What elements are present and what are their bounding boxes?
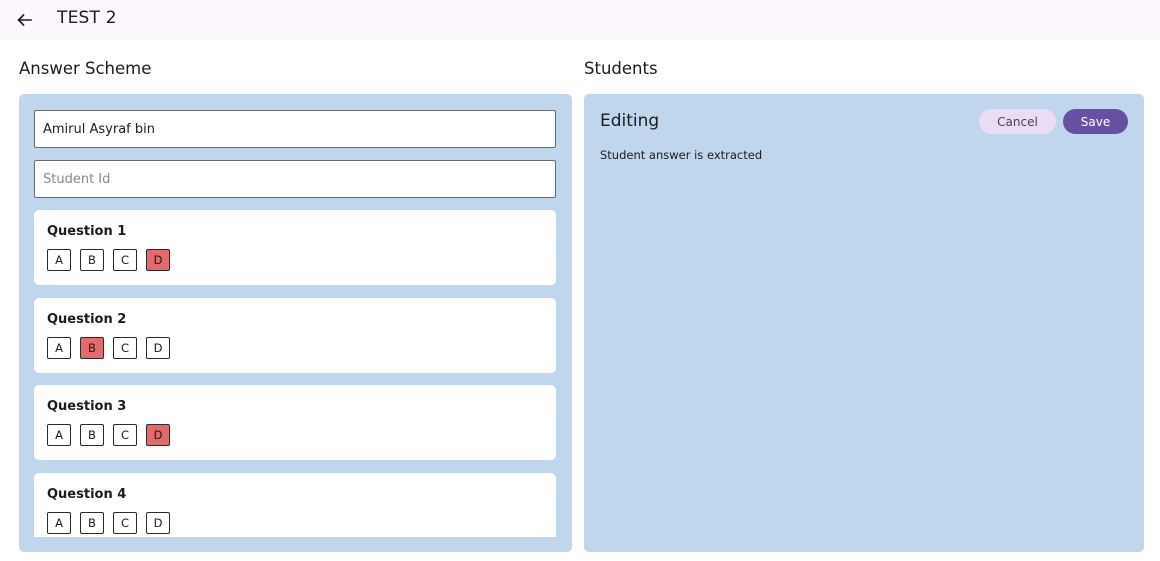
question-label: Question 2 [47, 311, 127, 327]
option-d-button[interactable]: D [146, 424, 170, 446]
app-bar: TEST 2 [0, 0, 1160, 40]
option-group: ABCD [47, 424, 170, 446]
answer-scheme-panel: Question 1ABCDQuestion 2ABCDQuestion 3AB… [19, 94, 572, 552]
status-text: Student answer is extracted [600, 148, 763, 162]
answer-scheme-heading: Answer Scheme [19, 59, 152, 78]
option-b-button[interactable]: B [80, 511, 104, 534]
option-a-button[interactable]: A [47, 336, 71, 359]
question-label: Question 1 [47, 224, 127, 239]
option-group: ABCD [47, 336, 170, 359]
students-panel: Editing Cancel Save Student answer is ex… [584, 94, 1144, 552]
option-b-button[interactable]: B [80, 249, 104, 271]
save-button[interactable]: Save [1063, 109, 1128, 134]
option-c-button[interactable]: C [113, 511, 137, 534]
students-heading: Students [584, 59, 658, 78]
answer-scheme-scroll[interactable]: Question 1ABCDQuestion 2ABCDQuestion 3AB… [34, 94, 556, 537]
arrow-left-icon [17, 13, 32, 27]
cancel-button[interactable]: Cancel [979, 109, 1056, 134]
editing-title: Editing [600, 111, 660, 131]
page-title: TEST 2 [57, 8, 117, 28]
option-d-button[interactable]: D [146, 249, 170, 271]
option-group: ABCD [47, 511, 170, 534]
option-b-button[interactable]: B [80, 336, 104, 359]
student-name-input[interactable] [34, 110, 556, 148]
question-card: Question 1 ABCD [34, 210, 556, 285]
option-c-button[interactable]: C [113, 249, 137, 271]
option-b-button[interactable]: B [80, 424, 104, 446]
option-a-button[interactable]: A [47, 511, 71, 534]
question-card: Question 2 ABCD [34, 297, 556, 373]
option-group: ABCD [47, 249, 170, 271]
back-button[interactable] [10, 6, 38, 34]
option-a-button[interactable]: A [47, 424, 71, 446]
question-label: Question 3 [47, 399, 127, 414]
question-card: Question 4 ABCD [34, 472, 556, 537]
option-d-button[interactable]: D [146, 336, 170, 359]
option-a-button[interactable]: A [47, 249, 71, 271]
option-c-button[interactable]: C [113, 424, 137, 446]
student-id-input[interactable] [34, 160, 556, 198]
question-label: Question 4 [47, 486, 127, 502]
option-c-button[interactable]: C [113, 336, 137, 359]
question-card: Question 3 ABCD [34, 385, 556, 460]
option-d-button[interactable]: D [146, 511, 170, 534]
